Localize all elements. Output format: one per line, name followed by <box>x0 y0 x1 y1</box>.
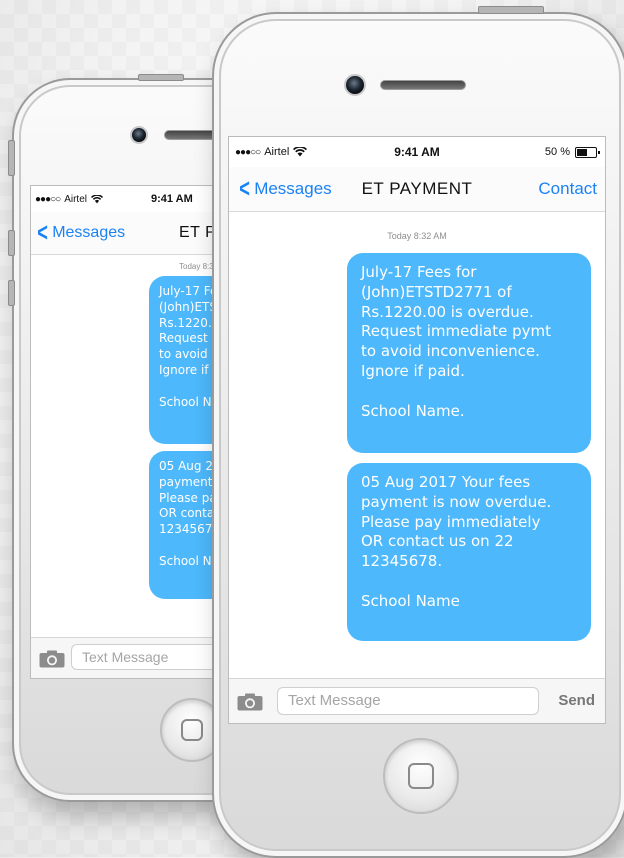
message-input[interactable]: Text Message <box>277 687 539 715</box>
send-button[interactable]: Send <box>558 679 595 723</box>
battery-icon <box>575 146 600 158</box>
wifi-icon <box>91 194 103 203</box>
front-phone: ●●●○○ Airtel 9:41 AM 50 % < Messages ET … <box>212 6 624 858</box>
message-bubble: 05 Aug 2017 Your fees payment is now ove… <box>347 463 591 641</box>
home-square-icon <box>408 763 434 789</box>
home-button[interactable] <box>383 738 459 814</box>
back-button-label: Messages <box>52 224 126 241</box>
earpiece-speaker <box>380 80 466 90</box>
carrier-name: Airtel <box>64 193 87 205</box>
back-phone-volume-up <box>8 230 15 256</box>
message-bubble: July-17 Fees for (John)ETSTD2771 of Rs.1… <box>347 253 591 453</box>
battery-percentage: 50 % <box>544 146 570 158</box>
camera-icon[interactable] <box>39 650 65 668</box>
status-time: 9:41 AM <box>151 193 193 205</box>
back-phone-power-button <box>138 74 184 81</box>
power-button <box>478 6 544 14</box>
chevron-left-icon: < <box>37 216 48 247</box>
signal-strength-icon: ●●●○○ <box>35 193 61 205</box>
message-timestamp: Today 8:32 AM <box>387 231 447 241</box>
front-phone-screen: ●●●○○ Airtel 9:41 AM 50 % < Messages ET … <box>228 136 606 724</box>
front-camera-icon <box>344 74 366 96</box>
status-bar: ●●●○○ Airtel 9:41 AM 50 % <box>229 137 605 167</box>
back-phone-camera-icon <box>130 126 148 144</box>
back-phone-volume-down <box>8 280 15 306</box>
compose-bar: Text Message Send <box>229 678 605 723</box>
contact-button[interactable]: Contact <box>538 167 597 211</box>
navigation-bar: < Messages ET PAYMENT Contact <box>229 167 605 212</box>
home-square-icon <box>181 719 203 741</box>
back-to-messages-button[interactable]: < Messages <box>35 212 125 254</box>
camera-icon[interactable] <box>237 693 263 711</box>
back-phone-mute-switch <box>8 140 15 176</box>
